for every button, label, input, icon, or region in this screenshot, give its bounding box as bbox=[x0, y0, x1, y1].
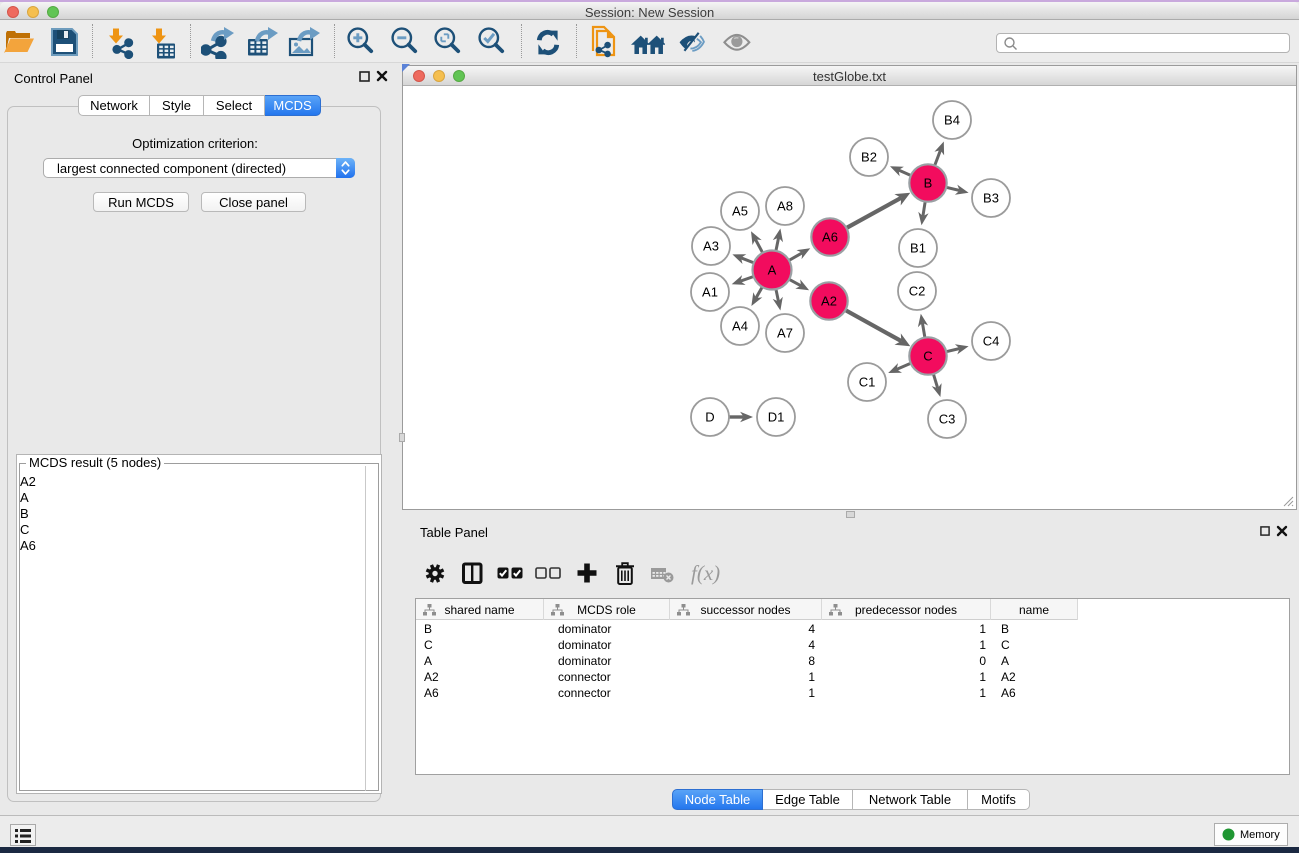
svg-text:C4: C4 bbox=[983, 334, 1000, 349]
svg-text:A6: A6 bbox=[822, 230, 838, 245]
svg-text:B4: B4 bbox=[944, 113, 960, 128]
svg-text:C3: C3 bbox=[939, 412, 956, 427]
svg-text:A8: A8 bbox=[777, 199, 793, 214]
svg-text:C: C bbox=[923, 349, 932, 364]
svg-text:B2: B2 bbox=[861, 150, 877, 165]
svg-text:f(x): f(x) bbox=[691, 561, 720, 585]
svg-text:A1: A1 bbox=[702, 285, 718, 300]
svg-text:A5: A5 bbox=[732, 204, 748, 219]
svg-text:B3: B3 bbox=[983, 191, 999, 206]
svg-text:D1: D1 bbox=[768, 410, 785, 425]
svg-text:B1: B1 bbox=[910, 241, 926, 256]
svg-text:A: A bbox=[768, 263, 777, 278]
svg-text:A2: A2 bbox=[821, 294, 837, 309]
svg-text:C2: C2 bbox=[909, 284, 926, 299]
svg-text:C1: C1 bbox=[859, 375, 876, 390]
svg-text:A4: A4 bbox=[732, 319, 748, 334]
svg-text:D: D bbox=[705, 410, 714, 425]
svg-text:B: B bbox=[924, 176, 933, 191]
svg-text:A3: A3 bbox=[703, 239, 719, 254]
svg-text:A7: A7 bbox=[777, 326, 793, 341]
